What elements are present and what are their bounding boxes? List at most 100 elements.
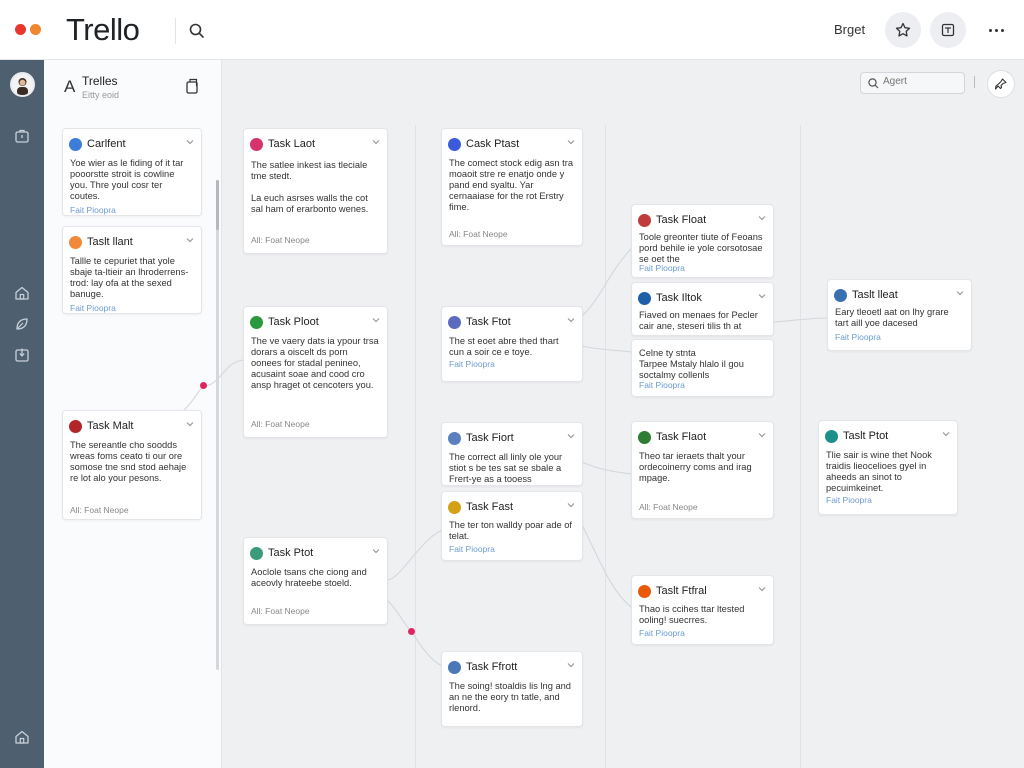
chevron-down-icon[interactable] <box>185 137 195 147</box>
card-title: Cask Ptast <box>466 138 520 150</box>
card-link[interactable]: Fait Pioopra <box>70 303 116 313</box>
card-description: Fiaved on menaes for Pecler cair ane, st… <box>639 310 758 331</box>
chevron-down-icon[interactable] <box>371 137 381 147</box>
connection-node[interactable] <box>408 628 415 635</box>
card-title: Task Float <box>656 214 707 226</box>
card-description: Eary tleoetl aat on lhy grare tart aill … <box>835 307 949 328</box>
task-card[interactable]: Taslt Ptot Tlie sair is wine thet Nook tr… <box>818 420 958 515</box>
card-title: Carlfent <box>87 138 126 150</box>
chevron-down-icon[interactable] <box>371 546 381 556</box>
card-avatar <box>448 661 461 674</box>
card-title: Task Fast <box>466 501 514 513</box>
card-avatar <box>448 138 461 151</box>
connection-line <box>411 631 443 667</box>
connection-node[interactable] <box>200 382 207 389</box>
card-avatar <box>69 138 82 151</box>
card-description: The correct all linly ole your stiot s b… <box>449 452 563 484</box>
card-description: The comect stock edig asn tra moaoit str… <box>449 158 574 212</box>
task-card[interactable]: Taslt Ftfral Thao is ccihes ttar ltested … <box>631 575 774 645</box>
connection-line <box>581 345 633 353</box>
card-description: Thao is ccihes ttar ltested ooling! suec… <box>639 604 745 625</box>
card-avatar <box>69 420 82 433</box>
card-description: Tlie sair is wine thet Nook traidis lieo… <box>826 450 932 493</box>
task-card[interactable]: Celne ty stnta Tarpee Mstaly hlalo il go… <box>631 339 774 397</box>
chevron-down-icon[interactable] <box>757 430 767 440</box>
chevron-down-icon[interactable] <box>185 235 195 245</box>
card-meta: All: Foat Neope <box>251 606 310 616</box>
card-description: Yoe wier as le fiding of it tar pooorstt… <box>70 158 184 201</box>
chevron-down-icon[interactable] <box>955 288 965 298</box>
card-meta: All: Foat Neope <box>251 235 310 245</box>
task-card[interactable]: Task Ptot Aoclole tsans che ciong and ace… <box>243 537 388 625</box>
card-avatar <box>250 316 263 329</box>
card-description: The satlee inkest ias tleciale tme stedt… <box>251 160 369 214</box>
task-card[interactable]: Task Ffrott The soing! stoaldis lis lng a… <box>441 651 583 727</box>
card-link[interactable]: Fait Pioopra <box>639 628 685 638</box>
chevron-down-icon[interactable] <box>566 315 576 325</box>
card-title: Task Flaot <box>656 431 707 443</box>
card-link[interactable]: Fait Pioopra <box>835 332 881 342</box>
connection-line <box>773 317 829 323</box>
card-meta: All: Foat Neope <box>251 419 310 429</box>
card-link[interactable]: Fait Pioopra <box>449 359 495 369</box>
card-title: Taslt Ptot <box>843 430 889 442</box>
task-card[interactable]: Task Iltok Fiaved on menaes for Pecler ca… <box>631 282 774 336</box>
chevron-down-icon[interactable] <box>566 660 576 670</box>
chevron-down-icon[interactable] <box>757 291 767 301</box>
card-title: Task Ptot <box>268 547 314 559</box>
card-avatar <box>638 585 651 598</box>
card-description: Aoclole tsans che ciong and aceovly hrat… <box>251 567 367 588</box>
chevron-down-icon[interactable] <box>941 429 951 439</box>
chevron-down-icon[interactable] <box>757 584 767 594</box>
card-avatar <box>834 289 847 302</box>
connection-line <box>581 524 633 609</box>
card-title: Task Ploot <box>268 316 319 328</box>
card-link[interactable]: Fait Pioopra <box>70 205 116 215</box>
card-link[interactable]: Fait Pioopra <box>826 495 872 505</box>
card-title: Task Laot <box>268 138 316 150</box>
card-title: Taslt llant <box>87 236 133 248</box>
chevron-down-icon[interactable] <box>566 500 576 510</box>
card-meta: All: Foat Neope <box>70 505 129 515</box>
card-avatar <box>825 430 838 443</box>
task-card[interactable]: Taslt lleat Eary tleoetl aat on lhy grare… <box>827 279 972 351</box>
card-title: Task Iltok <box>656 292 702 304</box>
chevron-down-icon[interactable] <box>757 213 767 223</box>
connection-line <box>386 529 443 581</box>
task-card[interactable]: Task Laot The satlee inkest ias tleciale … <box>243 128 388 254</box>
card-description: The ter ton walldy poar ade of telat. <box>449 520 572 541</box>
chevron-down-icon[interactable] <box>566 431 576 441</box>
task-card[interactable]: Carlfent Yoe wier as le fiding of it tar … <box>62 128 202 216</box>
task-card[interactable]: Task Flaot Theo tar ieraets thalt your or… <box>631 421 774 519</box>
card-description: Toole greonter tiute of Feoans pord behi… <box>639 232 763 264</box>
card-description: The st eoet abre thed thart cun a soir c… <box>449 336 559 357</box>
task-card[interactable]: Taslt llant Tallle te cepuriet that yole … <box>62 226 202 314</box>
card-title: Taslt lleat <box>852 289 898 301</box>
task-card[interactable]: Task Fast The ter ton walldy poar ade of … <box>441 491 583 561</box>
card-meta: All: Foat Neope <box>639 502 698 512</box>
chevron-down-icon[interactable] <box>185 419 195 429</box>
card-avatar <box>448 432 461 445</box>
task-card[interactable]: Task Float Toole greonter tiute of Feoans… <box>631 204 774 278</box>
connection-line <box>183 385 205 411</box>
card-link[interactable]: Fait Pioopra <box>639 380 685 390</box>
card-link[interactable]: Fait Pioopra <box>639 263 685 273</box>
task-card[interactable]: Cask Ptast The comect stock edig asn tra … <box>441 128 583 246</box>
card-title: Taslt Ftfral <box>656 585 707 597</box>
connection-line <box>386 599 413 633</box>
card-title: Task Ftot <box>466 316 511 328</box>
card-link[interactable]: Fait Pioopra <box>449 544 495 554</box>
task-card[interactable]: Task Malt The sereantle cho soodds wreas … <box>62 410 202 520</box>
card-title: Task Malt <box>87 420 134 432</box>
chevron-down-icon[interactable] <box>371 315 381 325</box>
card-description: Celne ty stnta Tarpee Mstaly hlalo il go… <box>639 348 744 380</box>
chevron-down-icon[interactable] <box>566 137 576 147</box>
card-meta: All: Foat Neope <box>449 229 508 239</box>
connection-line <box>203 359 246 387</box>
task-card[interactable]: Task Ploot The ve vaery dats ia ypour trs… <box>243 306 388 438</box>
connection-line <box>581 461 633 475</box>
card-avatar <box>69 236 82 249</box>
task-card[interactable]: Task Fiort The correct all linly ole your… <box>441 422 583 486</box>
card-avatar <box>638 292 651 305</box>
task-card[interactable]: Task Ftot The st eoet abre thed thart cun… <box>441 306 583 382</box>
